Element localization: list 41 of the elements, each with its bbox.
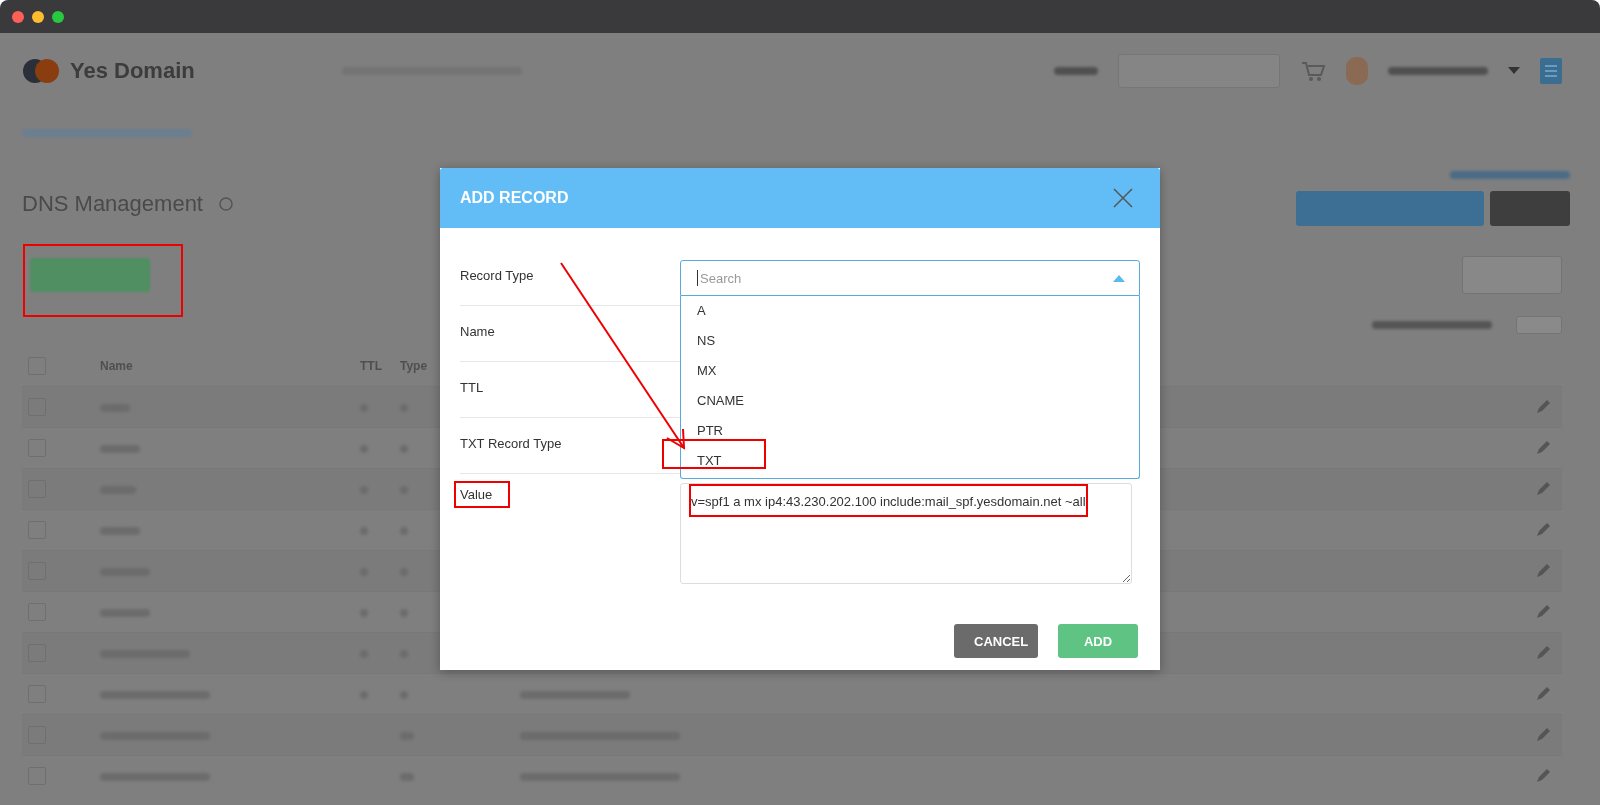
dropdown-option[interactable]: PTR: [681, 416, 1139, 446]
help-icon[interactable]: [219, 197, 233, 211]
edit-icon[interactable]: [1534, 562, 1552, 580]
field-label: Record Type: [460, 268, 534, 283]
edit-icon[interactable]: [1534, 480, 1552, 498]
value-field[interactable]: v=spf1 a mx ip4:43.230.202.100 include:mail_spf.yesdomain.net ~all: [680, 483, 1132, 584]
annotation-box: [454, 481, 510, 508]
edit-icon[interactable]: [1534, 398, 1552, 416]
dropdown-option[interactable]: TXT: [681, 446, 1139, 476]
dropdown-option[interactable]: MX: [681, 356, 1139, 386]
field-label: Value: [460, 487, 493, 502]
field-label: TXT Record Type: [460, 436, 562, 451]
app-name: Yes Domain: [70, 58, 195, 84]
minimize-window-icon[interactable]: [32, 10, 44, 23]
blurred-button[interactable]: [30, 258, 150, 292]
blurred-button[interactable]: [1296, 191, 1484, 226]
cancel-button[interactable]: CANCEL: [954, 624, 1038, 658]
edit-icon[interactable]: [1534, 439, 1552, 457]
caret-icon[interactable]: [1113, 274, 1125, 282]
blurred-button[interactable]: [1490, 191, 1570, 226]
menu-icon[interactable]: [1540, 58, 1562, 84]
avatar[interactable]: [1346, 57, 1368, 85]
record-type-select[interactable]: Search: [680, 260, 1140, 296]
cart-icon[interactable]: [1300, 59, 1326, 83]
dropdown-option[interactable]: NS: [681, 326, 1139, 356]
edit-icon[interactable]: [1534, 603, 1552, 621]
caret-icon[interactable]: [1508, 67, 1520, 75]
blurred-text: [1054, 67, 1098, 75]
field-label: TTL: [460, 380, 484, 395]
dialog-title: ADD RECORD: [460, 189, 569, 207]
edit-icon[interactable]: [1534, 726, 1552, 744]
edit-icon[interactable]: [1534, 644, 1552, 662]
logo-icon: [22, 56, 62, 86]
edit-icon[interactable]: [1534, 767, 1552, 785]
zoom-window-icon[interactable]: [52, 10, 64, 23]
close-icon[interactable]: [1112, 187, 1134, 209]
edit-icon[interactable]: [1534, 685, 1552, 703]
edit-icon[interactable]: [1534, 521, 1552, 539]
dropdown-option[interactable]: A: [681, 296, 1139, 326]
close-window-icon[interactable]: [12, 10, 24, 23]
field-label: Name: [460, 324, 495, 339]
